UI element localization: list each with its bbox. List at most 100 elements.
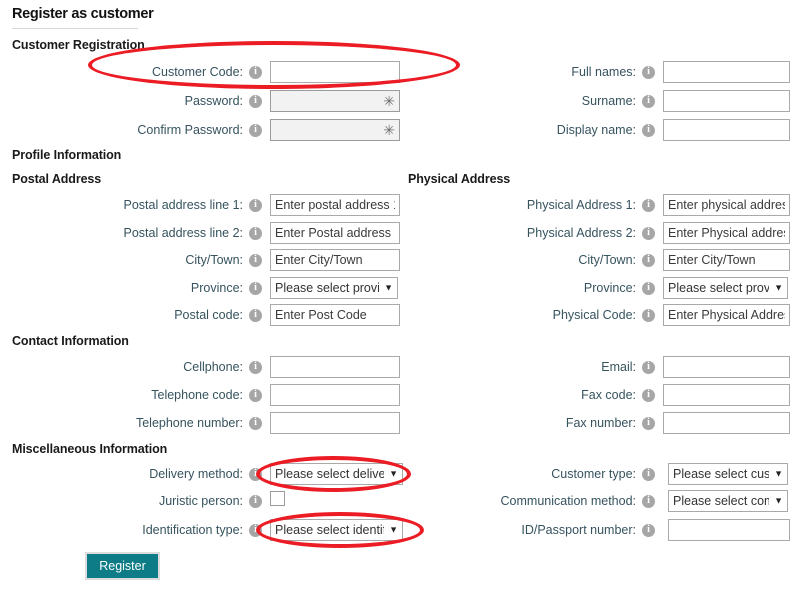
physical-city-town-input[interactable] bbox=[663, 249, 790, 271]
section-heading-contact-information: Contact Information bbox=[12, 334, 129, 348]
info-icon[interactable] bbox=[642, 360, 655, 374]
physical-province-select[interactable]: Please select province ▼ bbox=[663, 277, 788, 299]
customer-type-select[interactable]: Please select customer type ▼ bbox=[668, 463, 788, 485]
postal-code-input[interactable] bbox=[270, 304, 400, 326]
postal-city-town-input[interactable] bbox=[270, 249, 400, 271]
info-icon[interactable] bbox=[249, 494, 262, 508]
label-physical-code: Physical Code: bbox=[552, 308, 636, 322]
identification-type-value: Please select identification type bbox=[275, 523, 384, 537]
juristic-person-checkbox[interactable] bbox=[270, 491, 285, 506]
fax-number-input[interactable] bbox=[663, 412, 790, 434]
info-icon[interactable] bbox=[642, 281, 655, 295]
info-icon[interactable] bbox=[249, 226, 262, 240]
field-physical-address-2: Physical Address 2: bbox=[400, 222, 663, 244]
info-icon[interactable] bbox=[249, 308, 262, 322]
postal-address-line-2-input[interactable] bbox=[270, 222, 400, 244]
info-icon[interactable] bbox=[249, 94, 262, 108]
info-icon[interactable] bbox=[642, 308, 655, 322]
field-postal-address-line-2: Postal address line 2: bbox=[0, 222, 270, 244]
info-icon[interactable] bbox=[642, 198, 655, 212]
info-icon[interactable] bbox=[249, 281, 262, 295]
info-icon[interactable] bbox=[249, 253, 262, 267]
chevron-down-icon: ▼ bbox=[774, 282, 783, 293]
label-postal-city-town: City/Town: bbox=[185, 253, 243, 267]
register-button[interactable]: Register bbox=[85, 552, 160, 580]
info-icon[interactable] bbox=[642, 65, 655, 79]
fax-code-input[interactable] bbox=[663, 384, 790, 406]
info-icon[interactable] bbox=[249, 416, 262, 430]
display-name-input[interactable] bbox=[663, 119, 790, 141]
section-heading-physical-address: Physical Address bbox=[408, 172, 511, 186]
info-icon[interactable] bbox=[249, 65, 262, 79]
field-fax-code: Fax code: bbox=[400, 384, 663, 406]
field-telephone-code: Telephone code: bbox=[0, 384, 270, 406]
postal-province-select[interactable]: Please select province ▼ bbox=[270, 277, 398, 299]
field-physical-city-town: City/Town: bbox=[400, 249, 663, 271]
field-communication-method: Communication method: bbox=[400, 490, 663, 512]
surname-input[interactable] bbox=[663, 90, 790, 112]
field-postal-city-town: City/Town: bbox=[0, 249, 270, 271]
communication-method-select[interactable]: Please select communication method ▼ bbox=[668, 490, 788, 512]
label-telephone-code: Telephone code: bbox=[151, 388, 243, 402]
register-customer-page: Register as customer Customer Registrati… bbox=[0, 0, 808, 591]
label-confirm-password: Confirm Password: bbox=[137, 123, 243, 137]
postal-address-line-1-input[interactable] bbox=[270, 194, 400, 216]
info-icon[interactable] bbox=[249, 388, 262, 402]
confirm-password-wrap: ✳ bbox=[270, 119, 400, 141]
info-icon[interactable] bbox=[642, 494, 655, 508]
confirm-password-input[interactable] bbox=[270, 119, 400, 141]
info-icon[interactable] bbox=[249, 467, 262, 481]
delivery-method-value: Please select delivery method bbox=[275, 467, 384, 481]
label-password: Password: bbox=[184, 94, 243, 108]
field-telephone-number: Telephone number: bbox=[0, 412, 270, 434]
page-title: Register as customer bbox=[12, 6, 154, 22]
info-icon[interactable] bbox=[642, 123, 655, 137]
field-postal-code: Postal code: bbox=[0, 304, 270, 326]
info-icon[interactable] bbox=[642, 253, 655, 267]
info-icon[interactable] bbox=[642, 226, 655, 240]
chevron-down-icon: ▼ bbox=[389, 468, 398, 479]
telephone-code-input[interactable] bbox=[270, 384, 400, 406]
field-postal-province: Province: bbox=[0, 277, 270, 299]
field-postal-address-line-1: Postal address line 1: bbox=[0, 194, 270, 216]
email-input[interactable] bbox=[663, 356, 790, 378]
physical-address-1-input[interactable] bbox=[663, 194, 790, 216]
info-icon[interactable] bbox=[642, 94, 655, 108]
info-icon[interactable] bbox=[249, 360, 262, 374]
label-postal-address-line-1: Postal address line 1: bbox=[123, 198, 243, 212]
cellphone-input[interactable] bbox=[270, 356, 400, 378]
field-fax-number: Fax number: bbox=[400, 412, 663, 434]
password-wrap: ✳ bbox=[270, 90, 400, 112]
info-icon[interactable] bbox=[642, 388, 655, 402]
chevron-down-icon: ▼ bbox=[774, 495, 783, 506]
info-icon[interactable] bbox=[249, 198, 262, 212]
customer-type-value: Please select customer type bbox=[673, 467, 769, 481]
chevron-down-icon: ▼ bbox=[389, 524, 398, 535]
info-icon[interactable] bbox=[642, 523, 655, 537]
physical-address-2-input[interactable] bbox=[663, 222, 790, 244]
password-input[interactable] bbox=[270, 90, 400, 112]
label-fax-code: Fax code: bbox=[581, 388, 636, 402]
info-icon[interactable] bbox=[249, 523, 262, 537]
info-icon[interactable] bbox=[642, 467, 655, 481]
label-surname: Surname: bbox=[581, 94, 636, 108]
field-email: Email: bbox=[400, 356, 663, 378]
label-cellphone: Cellphone: bbox=[183, 360, 243, 374]
physical-code-input[interactable] bbox=[663, 304, 790, 326]
customer-code-input[interactable] bbox=[270, 61, 400, 83]
label-identification-type: Identification type: bbox=[142, 523, 243, 537]
field-identification-type: Identification type: bbox=[0, 519, 270, 541]
info-icon[interactable] bbox=[642, 416, 655, 430]
label-postal-province: Province: bbox=[190, 281, 243, 295]
label-delivery-method: Delivery method: bbox=[149, 467, 243, 481]
field-full-names: Full names: bbox=[400, 61, 663, 83]
full-names-input[interactable] bbox=[663, 61, 790, 83]
id-passport-number-input[interactable] bbox=[668, 519, 790, 541]
field-password: Password: bbox=[0, 90, 270, 112]
physical-province-value: Please select province bbox=[668, 281, 769, 295]
info-icon[interactable] bbox=[249, 123, 262, 137]
chevron-down-icon: ▼ bbox=[384, 282, 393, 293]
telephone-number-input[interactable] bbox=[270, 412, 400, 434]
delivery-method-select[interactable]: Please select delivery method ▼ bbox=[270, 463, 403, 485]
identification-type-select[interactable]: Please select identification type ▼ bbox=[270, 519, 403, 541]
